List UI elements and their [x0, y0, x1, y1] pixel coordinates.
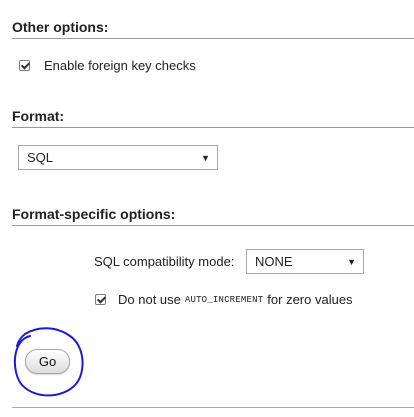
foreign-key-checks-option[interactable]: Enable foreign key checks	[19, 58, 196, 73]
foreign-key-checks-label: Enable foreign key checks	[44, 58, 196, 73]
auto-increment-option[interactable]: Do not use AUTO_INCREMENT for zero value…	[95, 292, 353, 307]
format-select[interactable]: SQL ▼	[18, 145, 218, 170]
auto-increment-checkbox[interactable]	[95, 294, 106, 305]
sql-compat-label: SQL compatibility mode:	[94, 254, 235, 269]
go-button[interactable]: Go	[25, 349, 70, 374]
auto-increment-suffix: for zero values	[267, 292, 353, 307]
foreign-key-checks-checkbox[interactable]	[19, 60, 30, 71]
format-heading: Format:	[12, 108, 414, 128]
format-specific-heading: Format-specific options:	[12, 206, 414, 226]
format-select-value: SQL	[27, 150, 54, 165]
bottom-divider	[12, 407, 414, 408]
other-options-heading: Other options:	[12, 19, 414, 39]
sql-compat-select[interactable]: NONE ▼	[246, 249, 364, 274]
auto-increment-code: AUTO_INCREMENT	[184, 294, 264, 305]
chevron-down-icon: ▼	[201, 153, 210, 163]
chevron-down-icon: ▼	[347, 257, 356, 267]
auto-increment-prefix: Do not use	[118, 292, 181, 307]
sql-compat-select-value: NONE	[255, 254, 293, 269]
